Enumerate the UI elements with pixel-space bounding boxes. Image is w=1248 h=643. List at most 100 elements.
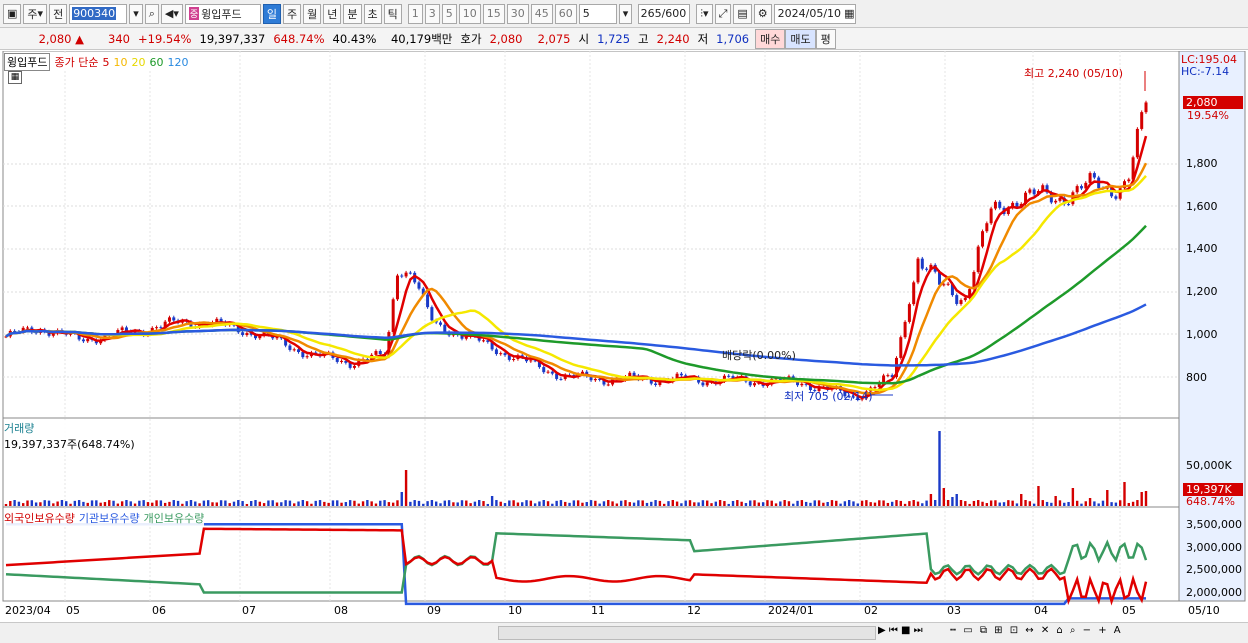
- stock-code-input[interactable]: 900340: [69, 3, 128, 24]
- x-tick-12: 12: [687, 604, 701, 617]
- stock-legend[interactable]: 윙입푸드: [4, 53, 51, 71]
- eval-button[interactable]: 평: [815, 28, 836, 49]
- volume-bar-229: [989, 500, 993, 506]
- layout-icon[interactable]: ▣: [3, 3, 22, 24]
- chart-area[interactable]: 윙입푸드 종가 단순 5 10 20 60 120 ▦ 거래량 19,397,3…: [0, 50, 1248, 623]
- candle-body-69: [301, 352, 305, 358]
- volume-bar-217: [938, 431, 941, 506]
- volume-bar-263: [1136, 500, 1139, 506]
- interval-10[interactable]: 10: [458, 3, 481, 24]
- indiv-holding-legend[interactable]: 개인보유수량: [144, 510, 205, 526]
- volume-bar-142: [615, 503, 619, 506]
- grid-toggle-icon[interactable]: ▦: [8, 71, 22, 84]
- interval-15[interactable]: 15: [482, 3, 505, 24]
- candle-body-115: [499, 353, 503, 355]
- volume-bar-27: [120, 501, 124, 506]
- candle-body-168: [727, 375, 731, 377]
- interval-3[interactable]: 3: [424, 3, 440, 24]
- price-panel-frame: [2, 50, 1180, 419]
- bid-price: 2,075: [537, 31, 571, 46]
- volume-bar-122: [529, 500, 533, 506]
- count-input[interactable]: 265/600: [638, 3, 691, 24]
- price-tick-1800: 1,800: [1186, 157, 1218, 170]
- candle-body-218: [942, 284, 946, 286]
- volume-bar-169: [731, 500, 735, 506]
- volume-bar-10: [47, 500, 51, 506]
- foreign-holding-legend[interactable]: 외국인보유수량: [4, 510, 75, 526]
- volume-bar-212: [916, 501, 920, 506]
- period-minute[interactable]: 분: [343, 3, 362, 24]
- period-year[interactable]: 년: [323, 3, 342, 24]
- candle-body-146: [632, 372, 636, 376]
- volume-bar-160: [693, 502, 696, 506]
- speaker-icon[interactable]: ◀▾: [160, 3, 183, 24]
- calendar-icon[interactable]: ▦: [844, 7, 854, 20]
- volume-bar-3: [17, 501, 21, 506]
- volume-bar-116: [503, 503, 507, 506]
- candle-type-icon[interactable]: ⫶▾: [696, 3, 713, 24]
- buy-button[interactable]: 매수: [755, 28, 786, 49]
- volume-bar-23: [103, 502, 107, 506]
- volume-bar-22: [99, 502, 102, 506]
- volume-bar-253: [1093, 501, 1096, 506]
- x-tick-09: 09: [427, 604, 441, 617]
- zoom-tools[interactable]: ┅ ▭ ⧉ ⊞ ⊡ ↔ ✕ ⌂ ⌕ − + A: [950, 625, 1123, 636]
- volume-bar-94: [409, 501, 412, 506]
- scroll-right-icon[interactable]: ▶ ⏮ ■ ⏭: [878, 625, 923, 636]
- search-icon[interactable]: ⌕: [144, 3, 159, 24]
- candle-body-111: [482, 340, 486, 342]
- chart-scrollbar[interactable]: [498, 626, 876, 640]
- volume-bar-30: [133, 503, 137, 506]
- ma20-legend[interactable]: 20: [131, 56, 145, 69]
- stock-name-field[interactable]: 중 윙입푸드: [184, 3, 261, 24]
- holding-legend: 외국인보유수량 기관보유수량 개인보유수량: [4, 510, 205, 526]
- period-day[interactable]: 일: [262, 3, 281, 24]
- ma-legend-label[interactable]: 종가 단순: [54, 54, 98, 70]
- period-tick[interactable]: 틱: [383, 3, 402, 24]
- prev-button[interactable]: 전: [49, 3, 68, 24]
- ma120-legend[interactable]: 120: [167, 56, 188, 69]
- volume-bar-11: [52, 503, 55, 506]
- interval-1[interactable]: 1: [407, 3, 423, 24]
- code-dropdown-icon[interactable]: ▾: [129, 3, 143, 24]
- volume-bar-206: [890, 501, 894, 506]
- x-tick-08: 08: [334, 604, 348, 617]
- volume-bar-53: [232, 501, 236, 506]
- interval-60[interactable]: 60: [554, 3, 577, 24]
- volume-legend-value: 19,397,337주(648.74%): [4, 438, 135, 451]
- interval-input[interactable]: 5: [578, 3, 617, 24]
- sell-button[interactable]: 매도: [785, 28, 816, 49]
- interval-30[interactable]: 30: [506, 3, 529, 24]
- candle-body-56: [245, 333, 249, 336]
- interval-5[interactable]: 5: [441, 3, 457, 24]
- volume-bar-157: [680, 503, 683, 506]
- period-second[interactable]: 초: [363, 3, 382, 24]
- candle-body-122: [529, 360, 533, 362]
- ma10-legend[interactable]: 10: [113, 56, 127, 69]
- volume-bar-124: [538, 501, 541, 506]
- interval-45[interactable]: 45: [530, 3, 553, 24]
- gear-icon[interactable]: ⚙: [753, 3, 772, 24]
- ma5-legend[interactable]: 5: [102, 56, 109, 69]
- volume-bar-230: [994, 500, 997, 506]
- period-month[interactable]: 월: [303, 3, 322, 24]
- date-input[interactable]: 2024/05/10 ▦: [773, 3, 856, 24]
- volume-bar-14: [65, 501, 68, 506]
- candle-body-68: [297, 349, 301, 353]
- save-icon[interactable]: ▤: [733, 3, 752, 24]
- period-week[interactable]: 주: [283, 3, 302, 24]
- volume-bar-84: [366, 500, 369, 506]
- volume-title[interactable]: 거래량: [4, 420, 34, 436]
- interval-dropdown-icon[interactable]: ▾: [618, 3, 633, 24]
- price-change: 340: [108, 31, 130, 46]
- draw-tool-icon[interactable]: ⤢: [714, 3, 732, 24]
- price-chart-svg[interactable]: [0, 50, 1248, 623]
- inst-holding-legend[interactable]: 기관보유수량: [79, 510, 140, 526]
- volume-bar-185: [800, 500, 804, 506]
- volume-bar-201: [869, 502, 872, 506]
- volume-bar-200: [865, 500, 868, 506]
- volume-bar-164: [710, 503, 713, 506]
- ma60-legend[interactable]: 60: [149, 56, 163, 69]
- candle-body-264: [1140, 112, 1144, 129]
- market-select[interactable]: 주 ▾: [23, 3, 48, 24]
